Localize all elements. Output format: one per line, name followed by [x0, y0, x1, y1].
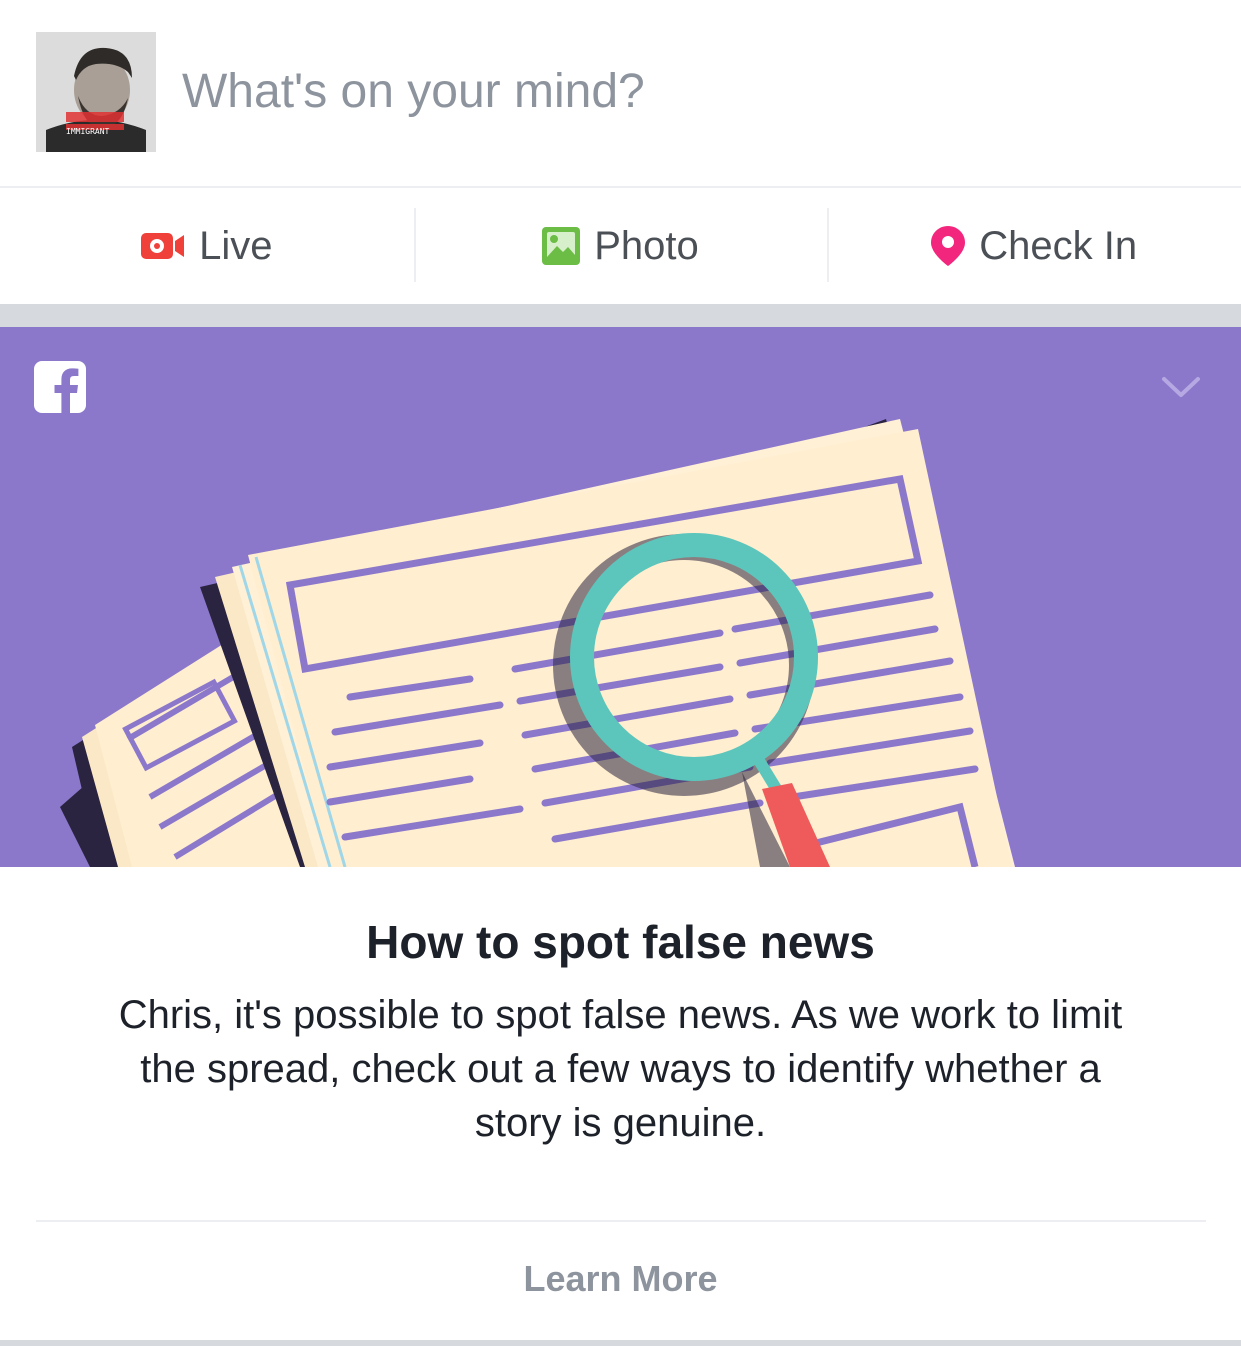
photo-icon [542, 227, 581, 265]
post-composer: IMMIGRANT What's on your mind? [0, 0, 1241, 188]
learn-more-button[interactable]: Learn More [0, 1252, 1241, 1306]
checkin-button[interactable]: Check In [827, 188, 1241, 304]
feed-separator [0, 304, 1241, 327]
composer-input[interactable]: What's on your mind? [182, 60, 645, 124]
card-title: How to spot false news [366, 916, 875, 968]
composer-actions: Live Photo Check In [0, 188, 1241, 304]
chevron-down-icon[interactable] [1160, 373, 1202, 401]
live-video-icon [141, 231, 185, 261]
facebook-logo-icon[interactable] [34, 361, 86, 413]
card-divider [36, 1220, 1206, 1222]
live-label: Live [199, 223, 273, 268]
feed-bottom-separator [0, 1340, 1241, 1346]
newspaper-magnifier-illustration [60, 419, 1015, 867]
photo-label: Photo [594, 223, 699, 268]
avatar[interactable]: IMMIGRANT [36, 32, 156, 152]
location-pin-icon [931, 226, 966, 266]
news-feed: IMMIGRANT What's on your mind? Live Phot… [0, 0, 1241, 1346]
avatar-badge-text: IMMIGRANT [66, 127, 110, 136]
card-body: Chris, it's possible to spot false news.… [118, 993, 1123, 1145]
false-news-hero [0, 327, 1241, 867]
live-button[interactable]: Live [0, 188, 414, 304]
checkin-label: Check In [979, 223, 1138, 268]
photo-button[interactable]: Photo [413, 188, 828, 304]
